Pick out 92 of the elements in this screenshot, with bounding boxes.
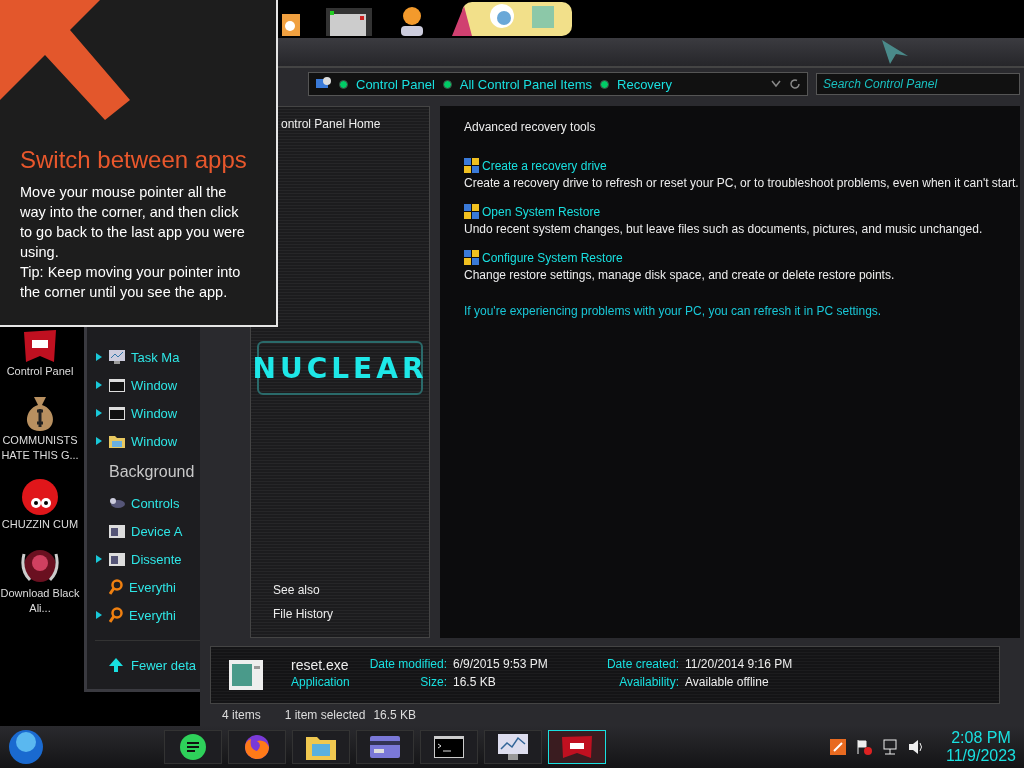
home-link[interactable]: ontrol Panel Home (281, 117, 429, 131)
taskbar-button[interactable] (228, 730, 286, 764)
tray-app-icon (830, 739, 846, 755)
see-also-heading: See also (273, 583, 321, 597)
desktop-icon-label[interactable]: CHUZZIN CUM (0, 517, 82, 532)
tool-description: Undo recent system changes, but leave files such as documents, pictures, and music unchanged. (464, 222, 984, 236)
process-name[interactable]: Device A (131, 523, 183, 539)
section-heading: Advanced recovery tools (464, 120, 597, 134)
separator-dot-icon (442, 79, 452, 89)
taskbar-button[interactable] (420, 730, 478, 764)
selection-size: 16.5 KB (373, 708, 417, 722)
tool-link[interactable]: Open System Restore (464, 204, 1020, 219)
process-name[interactable]: Everythi (129, 579, 176, 595)
window-icon (109, 524, 125, 538)
separator-dot-icon (339, 79, 348, 89)
taskbar-button[interactable] (292, 730, 350, 764)
application-icon (229, 660, 263, 690)
field-label: Date modified: (368, 657, 447, 673)
tool-description: Create a recovery drive to refresh or reset your PC, or to troubleshoot problems, even when it can't start. (464, 176, 1020, 190)
folder-icon (109, 434, 125, 448)
field-label: Date created: (605, 657, 679, 673)
tool-link[interactable]: Create a recovery drive (464, 158, 1020, 173)
app-icon (282, 14, 300, 36)
desktop-icon-label[interactable]: Control Panel (0, 364, 82, 379)
breadcrumb[interactable]: Recovery (617, 76, 672, 92)
clock-date[interactable]: 11/9/2023 (946, 747, 1016, 765)
search-field[interactable]: Search Control Panel (816, 73, 1020, 95)
flag-icon (856, 739, 872, 755)
shield-icon (464, 204, 479, 219)
clock-time[interactable]: 2:08 PM (951, 729, 1011, 747)
tool-link[interactable]: Configure System Restore (464, 250, 1020, 265)
process-name[interactable]: Controls (131, 495, 180, 511)
refresh-icon (789, 78, 801, 90)
separator-dot-icon (600, 79, 609, 89)
bird-logo-icon (882, 40, 908, 64)
tool-description: Change restore settings, manage disk space, and create or delete restore points. (464, 268, 896, 282)
desktop-icon-label[interactable]: Download Black Ali... (0, 586, 82, 616)
monitor-icon (498, 734, 528, 760)
group-header: Background (108, 462, 196, 482)
breadcrumb[interactable]: All Control Panel Items (459, 76, 592, 92)
tip-text: Tip: Keep moving your pointer into the corner until you see the app. (20, 263, 242, 302)
item-count: 4 items (222, 708, 261, 722)
file-name: reset.exe (291, 657, 350, 675)
file-type: Application (291, 675, 351, 691)
breadcrumb[interactable]: Control Panel (356, 76, 435, 92)
window-icon (326, 8, 372, 36)
refresh-pc-link[interactable]: If you're experiencing problems with your PC, you can refresh it in PC settings. (464, 304, 1020, 318)
window-icon (109, 552, 125, 566)
shield-icon (464, 250, 479, 265)
nuclear-logo: NUCLEAR (257, 341, 423, 395)
console-icon (109, 406, 125, 420)
magnifier-icon (109, 579, 123, 595)
creature-icon (20, 477, 60, 517)
card-icon (370, 736, 400, 758)
taskbar-button[interactable] (164, 730, 222, 764)
address-bar[interactable]: Control Panel All Control Panel Items Recovery (308, 72, 808, 96)
shield-icon (464, 158, 479, 173)
tip-title: Switch between apps (20, 146, 248, 174)
field-value: 16.5 KB (453, 675, 497, 691)
browser-icon (243, 733, 271, 761)
console-icon (109, 378, 125, 392)
start-button-icon[interactable] (8, 729, 44, 765)
process-name[interactable]: Task Ma (131, 349, 180, 365)
monitor-icon (109, 350, 125, 364)
field-label: Availability: (618, 675, 679, 691)
field-value: Available offline (685, 675, 770, 691)
speaker-icon (908, 739, 924, 755)
process-name[interactable]: Window (131, 405, 178, 421)
taskbar-button[interactable] (356, 730, 414, 764)
process-name[interactable]: Everythi (129, 607, 176, 623)
joystick-icon (109, 497, 125, 509)
fewer-details-link[interactable]: Fewer deta (131, 657, 197, 673)
console-icon (434, 736, 464, 758)
folder-icon (306, 734, 336, 760)
file-history-link[interactable]: File History (273, 607, 429, 621)
taskbar-button[interactable] (484, 730, 542, 764)
panel-icon (560, 735, 594, 759)
process-name[interactable]: Dissente (131, 551, 182, 567)
process-name[interactable]: Window (131, 377, 178, 393)
field-value: 6/9/2015 9:53 PM (453, 657, 549, 673)
network-icon (882, 739, 898, 755)
up-arrow-icon (109, 658, 123, 672)
desktop-icon-label[interactable]: COMMUNISTS HATE THIS G... (0, 433, 82, 463)
person-icon (398, 6, 426, 36)
field-label: Size: (419, 675, 447, 691)
magnifier-icon (109, 607, 123, 623)
chevron-down-icon (771, 80, 781, 88)
tip-text: Move your mouse pointer all the way into the corner, and then click to go back to the last app you were using. (20, 183, 246, 262)
field-value: 11/20/2014 9:16 PM (685, 657, 794, 673)
process-name[interactable]: Window (131, 433, 178, 449)
chat-icon (179, 733, 207, 761)
selection-count: 1 item selected (284, 708, 366, 722)
